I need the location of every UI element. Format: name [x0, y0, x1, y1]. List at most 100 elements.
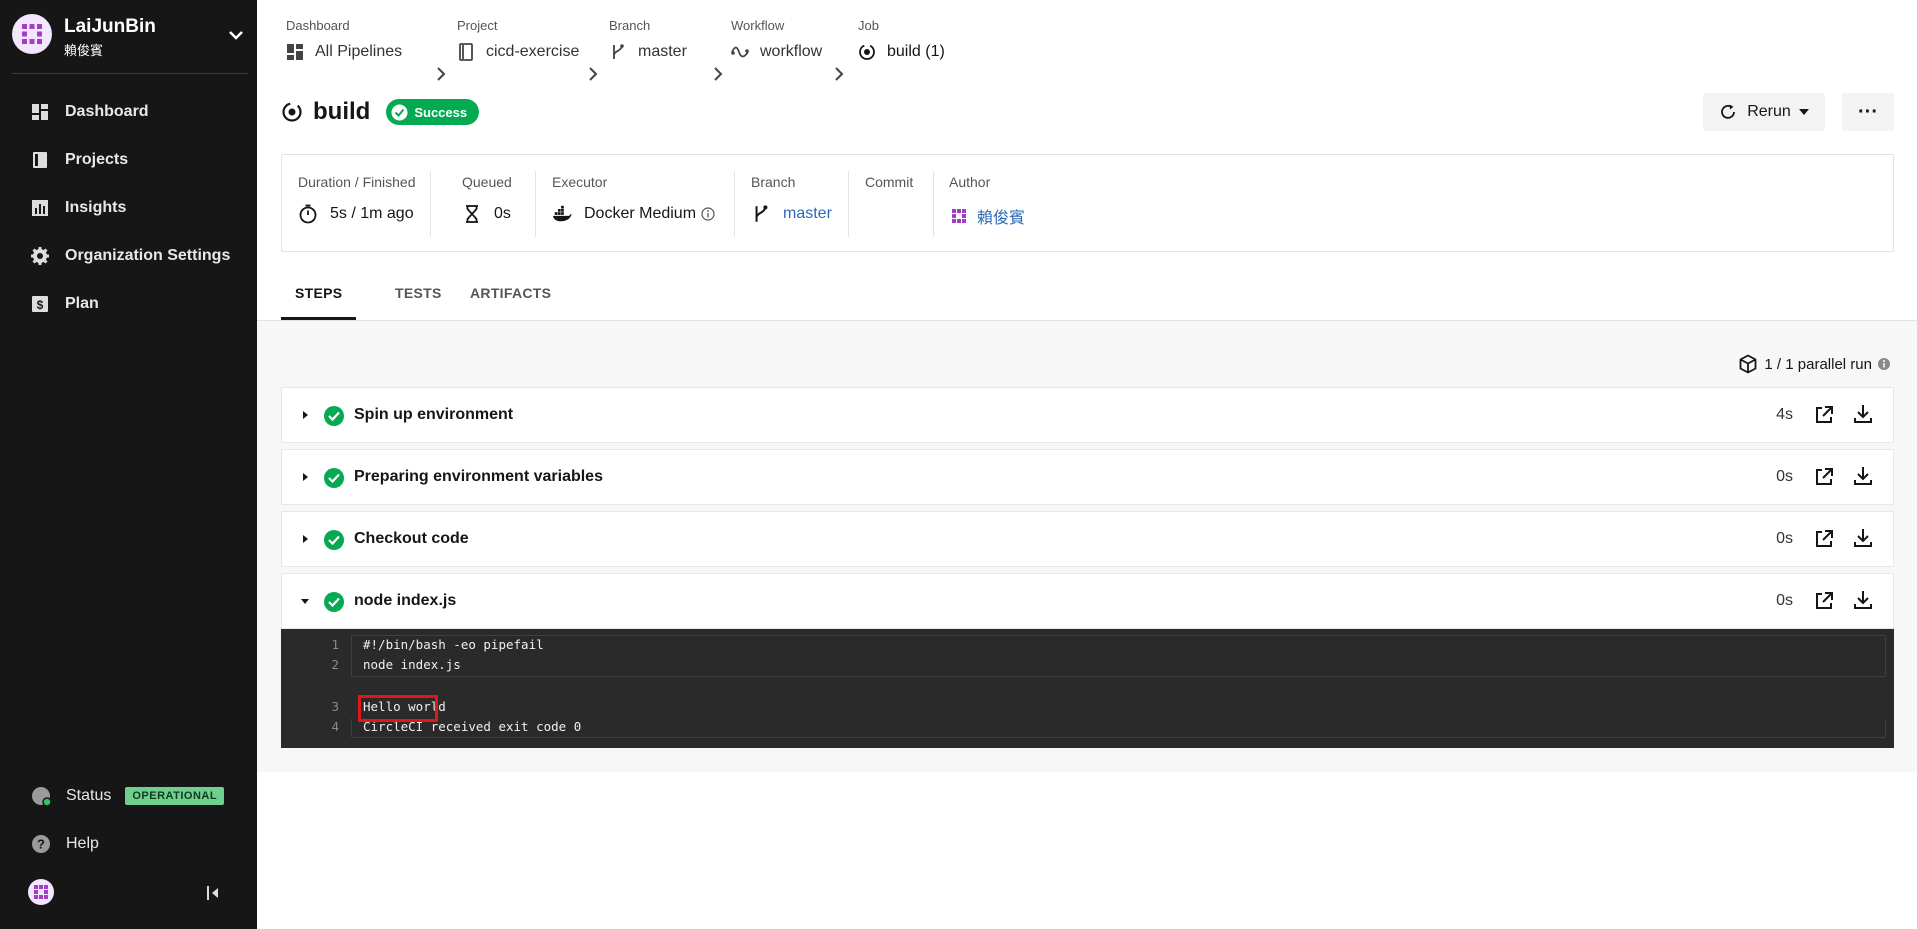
- check-circle-icon: [391, 104, 408, 121]
- step-name: Checkout code: [354, 530, 469, 547]
- sidebar-item-organization-settings[interactable]: Organization Settings: [0, 232, 257, 280]
- status-text: Success: [414, 104, 468, 120]
- refresh-icon: [1719, 103, 1737, 121]
- breadcrumb-label: Job: [858, 18, 879, 33]
- help-link[interactable]: ? Help: [0, 820, 257, 868]
- project-icon: [457, 43, 475, 61]
- status-badge: Success: [386, 99, 480, 125]
- hourglass-icon: [462, 204, 482, 224]
- console-line: 1 #!/bin/bash -eo pipefail: [281, 637, 1894, 657]
- plan-icon: $: [30, 294, 50, 314]
- sidebar-item-projects[interactable]: Projects: [0, 136, 257, 184]
- line-text: #!/bin/bash -eo pipefail: [363, 637, 544, 652]
- author-link[interactable]: 賴俊賓: [977, 204, 1025, 228]
- page-title: build: [313, 98, 371, 125]
- breadcrumb-label: Project: [457, 18, 498, 33]
- svg-text:?: ?: [37, 837, 45, 852]
- download-icon[interactable]: [1851, 402, 1875, 426]
- gear-icon: [30, 246, 50, 266]
- detail-label: Queued: [462, 174, 512, 190]
- rerun-label: Rerun: [1747, 103, 1791, 120]
- divider: [734, 171, 735, 237]
- collapse-sidebar-icon[interactable]: [204, 883, 224, 903]
- sidebar-item-label: Insights: [65, 199, 127, 216]
- detail-label: Author: [949, 174, 991, 190]
- step-duration: 4s: [1776, 406, 1793, 423]
- breadcrumb-dashboard[interactable]: Dashboard All Pipelines: [286, 18, 402, 61]
- breadcrumb-value: build (1): [887, 43, 945, 60]
- tab-tests[interactable]: TESTS: [395, 285, 442, 301]
- download-icon[interactable]: [1851, 588, 1875, 612]
- line-text: node index.js: [363, 657, 461, 672]
- caret-down-icon: [1798, 109, 1809, 115]
- breadcrumb-job[interactable]: Job build (1): [858, 18, 945, 61]
- detail-value: Docker Medium: [584, 205, 697, 222]
- caret-right-icon[interactable]: [300, 534, 310, 544]
- check-circle-icon: [324, 406, 344, 426]
- parallel-runs: 1 / 1 parallel run: [1738, 354, 1891, 374]
- detail-value: 0s: [494, 205, 511, 222]
- info-icon[interactable]: [701, 207, 715, 221]
- step-row[interactable]: Spin up environment 4s: [281, 387, 1894, 443]
- breadcrumb-value: All Pipelines: [315, 43, 403, 60]
- sidebar-bottom: Status OPERATIONAL ? Help: [0, 772, 257, 868]
- org-switcher[interactable]: LaiJunBin 賴俊賓: [12, 12, 248, 74]
- open-external-icon[interactable]: [1813, 590, 1835, 612]
- open-external-icon[interactable]: [1813, 466, 1835, 488]
- tab-artifacts[interactable]: ARTIFACTS: [470, 285, 551, 301]
- projects-icon: [30, 150, 50, 170]
- tab-steps[interactable]: STEPS: [295, 285, 342, 301]
- help-label: Help: [66, 835, 99, 852]
- detail-label: Branch: [751, 174, 796, 190]
- console-line: 4 CircleCI received exit code 0: [281, 719, 1894, 739]
- breadcrumb-label: Branch: [609, 18, 651, 33]
- sidebar-item-label: Dashboard: [65, 103, 149, 120]
- docker-icon: [552, 204, 572, 224]
- breadcrumb-label: Workflow: [731, 18, 785, 33]
- console-line: 3 Hello world: [281, 699, 1894, 719]
- caret-right-icon[interactable]: [300, 472, 310, 482]
- job-icon: [858, 43, 876, 61]
- divider: [933, 171, 934, 237]
- open-external-icon[interactable]: [1813, 528, 1835, 550]
- status-link[interactable]: Status OPERATIONAL: [0, 772, 257, 820]
- step-row-expanded[interactable]: node index.js 0s: [281, 573, 1894, 629]
- breadcrumb-workflow[interactable]: Workflow workflow: [731, 18, 822, 61]
- avatar[interactable]: [28, 879, 54, 905]
- more-options-button[interactable]: ···: [1842, 93, 1894, 131]
- svg-text:$: $: [37, 298, 44, 312]
- download-icon[interactable]: [1851, 464, 1875, 488]
- caret-down-icon[interactable]: [300, 596, 310, 606]
- breadcrumb-branch[interactable]: Branch master: [609, 18, 687, 61]
- sidebar-item-label: Plan: [65, 295, 99, 312]
- status-icon: [30, 785, 52, 807]
- job-icon: [281, 101, 303, 123]
- help-icon: ?: [30, 833, 52, 855]
- rerun-button[interactable]: Rerun: [1703, 93, 1825, 131]
- step-name: Preparing environment variables: [354, 468, 603, 485]
- sidebar-item-insights[interactable]: Insights: [0, 184, 257, 232]
- divider: [535, 171, 536, 237]
- branch-icon: [751, 204, 771, 224]
- main: Dashboard All Pipelines Project cicd-exe…: [257, 0, 1917, 929]
- download-icon[interactable]: [1851, 526, 1875, 550]
- branch-link[interactable]: master: [783, 205, 832, 223]
- workflow-icon: [731, 43, 749, 61]
- step-duration: 0s: [1776, 592, 1793, 609]
- sidebar-nav: Dashboard Projects Insights Organization…: [0, 88, 257, 328]
- user-row: [28, 879, 228, 907]
- chevron-down-icon[interactable]: [224, 26, 248, 46]
- caret-right-icon[interactable]: [300, 410, 310, 420]
- sidebar-item-dashboard[interactable]: Dashboard: [0, 88, 257, 136]
- chevron-right-icon: [589, 67, 598, 81]
- pipelines-icon: [286, 43, 304, 61]
- sidebar-item-plan[interactable]: $ Plan: [0, 280, 257, 328]
- step-duration: 0s: [1776, 468, 1793, 485]
- step-name: node index.js: [354, 592, 457, 609]
- breadcrumb-project[interactable]: Project cicd-exercise: [457, 18, 579, 61]
- step-row[interactable]: Preparing environment variables 0s: [281, 449, 1894, 505]
- step-row[interactable]: Checkout code 0s: [281, 511, 1894, 567]
- info-icon[interactable]: [1877, 357, 1891, 371]
- open-external-icon[interactable]: [1813, 404, 1835, 426]
- step-name: Spin up environment: [354, 406, 514, 423]
